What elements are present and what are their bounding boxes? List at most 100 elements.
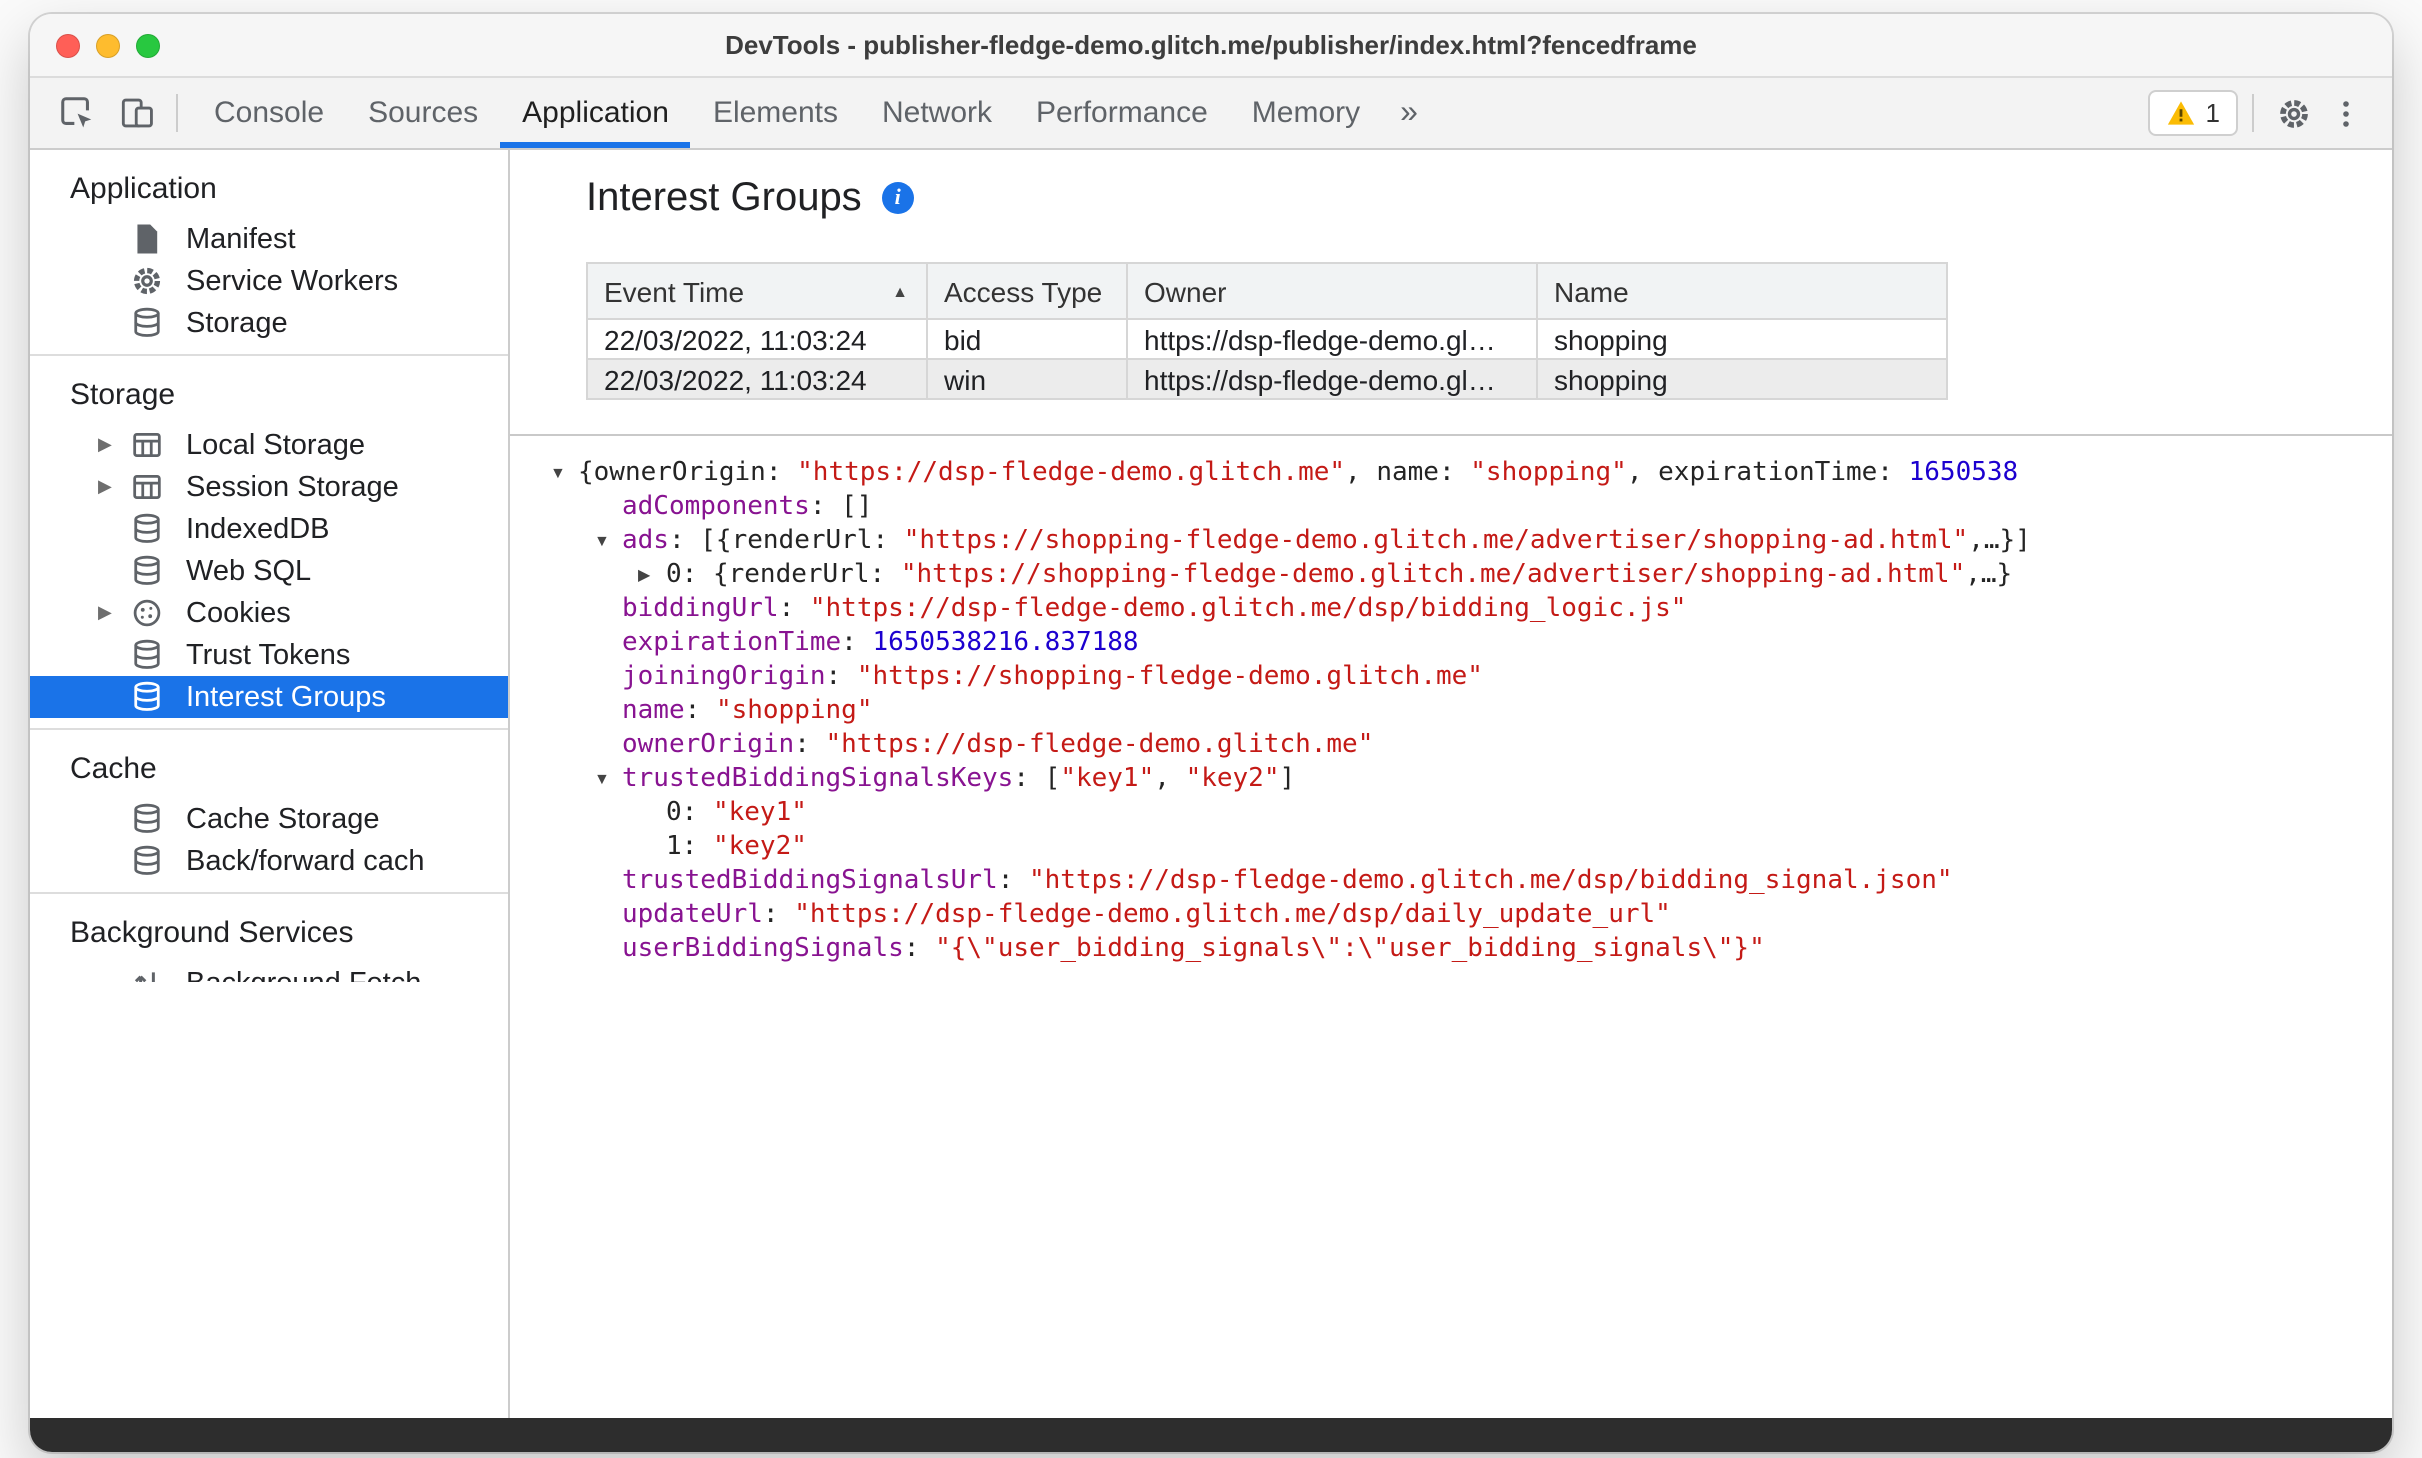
chevron-right-icon[interactable]: ▶: [98, 434, 130, 456]
tree-line-text: 1: "key2": [666, 832, 807, 862]
tree-line-text: adComponents: []: [622, 492, 873, 522]
sidebar-section-title: Background Services: [70, 916, 354, 950]
sidebar-item-service-workers[interactable]: Service Workers: [30, 260, 508, 302]
sidebar-section-title: Cache: [70, 752, 157, 786]
tab-application[interactable]: Application: [500, 78, 692, 148]
inspect-icon[interactable]: [50, 87, 102, 139]
sidebar-item-label: Back/forward cach: [186, 845, 425, 877]
table-cell: 22/03/2022, 11:03:24: [586, 358, 928, 400]
desktop: DevTools - publisher-fledge-demo.glitch.…: [0, 0, 2422, 1458]
database-icon: [130, 844, 164, 878]
more-tabs-button[interactable]: »: [1382, 78, 1436, 148]
tab-console[interactable]: Console: [192, 78, 346, 148]
toolbar-right: 1: [2147, 78, 2372, 148]
toolbar-separator: [176, 94, 178, 132]
devtools-body: Application Manifest Service Workers Storag…: [30, 150, 2392, 1418]
tree-line-text: ads: [{renderUrl: "https://shopping-fled…: [622, 526, 2031, 556]
tab-elements[interactable]: Elements: [691, 78, 860, 148]
chevron-down-icon[interactable]: ▼: [550, 456, 578, 490]
cookie-icon: [130, 596, 164, 630]
column-header-name[interactable]: Name: [1536, 262, 1948, 320]
info-icon[interactable]: i: [881, 182, 914, 214]
tab-memory[interactable]: Memory: [1230, 78, 1382, 148]
gear-icon: [130, 264, 164, 298]
tree-line[interactable]: userBiddingSignals: "{\"user_bidding_sig…: [510, 932, 2392, 966]
tab-label: Sources: [368, 96, 479, 130]
sidebar-item-session-storage[interactable]: ▶ Session Storage: [30, 466, 508, 508]
sidebar-item-back-forward-cach[interactable]: Back/forward cach: [30, 840, 508, 882]
tree-line[interactable]: ownerOrigin: "https://dsp-fledge-demo.gl…: [510, 728, 2392, 762]
tree-line[interactable]: name: "shopping": [510, 694, 2392, 728]
sidebar-item-web-sql[interactable]: Web SQL: [30, 550, 508, 592]
tree-line[interactable]: ▼ trustedBiddingSignalsKeys: ["key1", "ke…: [510, 762, 2392, 796]
sidebar-item-label: Interest Groups: [186, 681, 386, 713]
database-icon: [130, 512, 164, 546]
traffic-lights: [30, 33, 160, 57]
warning-icon: [2166, 98, 2196, 128]
application-sidebar: Application Manifest Service Workers Storag…: [30, 150, 510, 1418]
sort-asc-icon: ▲: [892, 282, 908, 300]
toolbar-separator: [2252, 94, 2254, 132]
minimize-button[interactable]: [96, 33, 120, 57]
device-toolbar-icon[interactable]: [110, 87, 162, 139]
sidebar-item-cookies[interactable]: ▶ Cookies: [30, 592, 508, 634]
tree-line[interactable]: joiningOrigin: "https://shopping-fledge-…: [510, 660, 2392, 694]
sidebar-item-label: Session Storage: [186, 471, 399, 503]
tree-line[interactable]: 0: "key1": [510, 796, 2392, 830]
more-options-icon[interactable]: [2320, 87, 2372, 139]
sidebar-item-cache-storage[interactable]: Cache Storage: [30, 798, 508, 840]
column-header-event-time[interactable]: Event Time ▲: [586, 262, 928, 320]
table-row[interactable]: 22/03/2022, 11:03:24 win https://dsp-fledg…: [586, 358, 1948, 400]
tree-line[interactable]: updateUrl: "https://dsp-fledge-demo.glit…: [510, 898, 2392, 932]
tab-sources[interactable]: Sources: [346, 78, 500, 148]
tree-line[interactable]: ▼ {ownerOrigin: "https://dsp-fledge-demo.…: [510, 456, 2392, 490]
sidebar-item-local-storage[interactable]: ▶ Local Storage: [30, 424, 508, 466]
tab-label: Performance: [1036, 96, 1208, 130]
sidebar-section-storage: Storage ▶ Local Storage ▶ Session Storage Ind…: [30, 354, 508, 728]
close-button[interactable]: [56, 33, 80, 57]
chevron-down-icon[interactable]: ▼: [594, 524, 622, 558]
tree-line[interactable]: trustedBiddingSignalsUrl: "https://dsp-f…: [510, 864, 2392, 898]
zoom-button[interactable]: [136, 33, 160, 57]
settings-gear-icon[interactable]: [2268, 87, 2320, 139]
chevron-right-icon[interactable]: ▶: [98, 476, 130, 498]
chevron-right-icon[interactable]: ▶: [98, 602, 130, 624]
column-header-label: Access Type: [944, 275, 1103, 307]
sidebar-section-application: Application Manifest Service Workers Storag…: [30, 150, 508, 354]
tree-line-text: 0: {renderUrl: "https://shopping-fledge-…: [666, 560, 2013, 590]
devtools-window: DevTools - publisher-fledge-demo.glitch.…: [30, 14, 2392, 1452]
sidebar-item-interest-groups[interactable]: Interest Groups: [30, 676, 508, 718]
issues-badge[interactable]: 1: [2147, 90, 2238, 136]
tree-line[interactable]: biddingUrl: "https://dsp-fledge-demo.gli…: [510, 592, 2392, 626]
sidebar-item-indexeddb[interactable]: IndexedDB: [30, 508, 508, 550]
devtools-toolbar: Console Sources Application Elements Network…: [30, 78, 2392, 150]
chevron-right-icon[interactable]: ▶: [638, 558, 666, 592]
sidebar-item-storage[interactable]: Storage: [30, 302, 508, 344]
column-header-owner[interactable]: Owner: [1126, 262, 1538, 320]
sidebar-item-trust-tokens[interactable]: Trust Tokens: [30, 634, 508, 676]
tab-label: Application: [522, 96, 669, 130]
sidebar-item-label: Web SQL: [186, 555, 312, 587]
sidebar-item-background-fetch[interactable]: Background Fetch: [30, 962, 508, 982]
title-bar[interactable]: DevTools - publisher-fledge-demo.glitch.…: [30, 14, 2392, 78]
sidebar-item-label: Local Storage: [186, 429, 365, 461]
tree-line[interactable]: 1: "key2": [510, 830, 2392, 864]
tree-line[interactable]: adComponents: []: [510, 490, 2392, 524]
sidebar-item-manifest[interactable]: Manifest: [30, 218, 508, 260]
table-row[interactable]: 22/03/2022, 11:03:24 bid https://dsp-fledg…: [586, 318, 1948, 360]
tree-line[interactable]: expirationTime: 1650538216.837188: [510, 626, 2392, 660]
tree-line-text: 0: "key1": [666, 798, 807, 828]
column-header-label: Name: [1554, 275, 1629, 307]
chevron-down-icon[interactable]: ▼: [594, 762, 622, 796]
database-icon: [130, 638, 164, 672]
tree-line[interactable]: ▶ 0: {renderUrl: "https://shopping-fledge…: [510, 558, 2392, 592]
window-title: DevTools - publisher-fledge-demo.glitch.…: [725, 30, 1697, 60]
tab-network[interactable]: Network: [860, 78, 1014, 148]
column-header-access-type[interactable]: Access Type: [926, 262, 1128, 320]
tree-line[interactable]: ▼ ads: [{renderUrl: "https://shopping-fle…: [510, 524, 2392, 558]
tab-performance[interactable]: Performance: [1014, 78, 1230, 148]
sidebar-section-title: Application: [70, 172, 217, 206]
